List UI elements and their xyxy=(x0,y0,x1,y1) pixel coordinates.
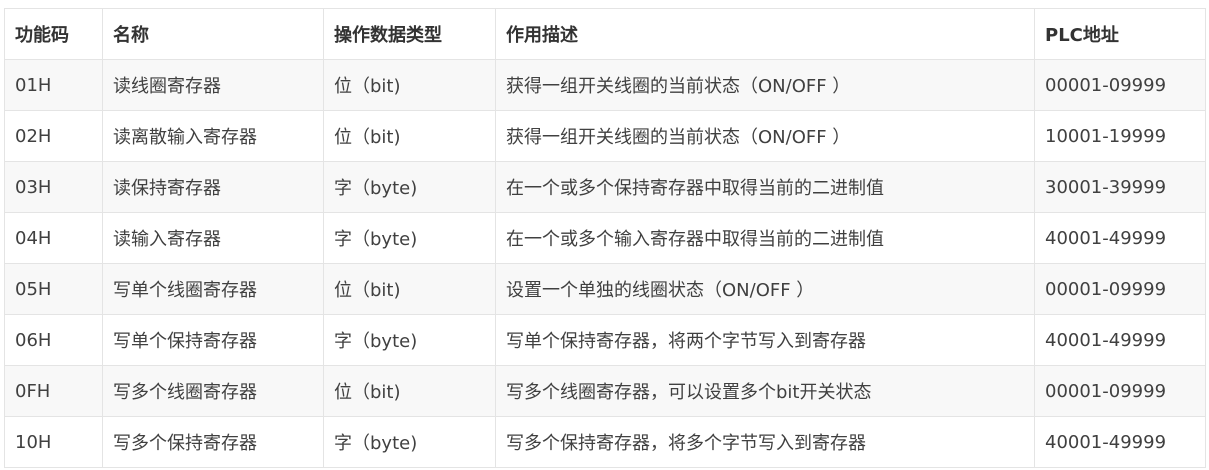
cell-function-code: 01H xyxy=(4,59,103,111)
cell-data-type: 位（bit) xyxy=(323,263,496,315)
cell-description: 写多个保持寄存器，将多个字节写入到寄存器 xyxy=(495,416,1035,468)
table-row: 05H 写单个线圈寄存器 位（bit) 设置一个单独的线圈状态（ON/OFF ）… xyxy=(4,263,1206,315)
table-row: 04H 读输入寄存器 字（byte) 在一个或多个输入寄存器中取得当前的二进制值… xyxy=(4,212,1206,264)
cell-description: 在一个或多个输入寄存器中取得当前的二进制值 xyxy=(495,212,1035,264)
cell-plc-address: 40001-49999 xyxy=(1034,416,1206,468)
cell-description: 在一个或多个保持寄存器中取得当前的二进制值 xyxy=(495,161,1035,213)
cell-name: 写多个线圈寄存器 xyxy=(102,365,324,417)
cell-name: 读保持寄存器 xyxy=(102,161,324,213)
cell-plc-address: 40001-49999 xyxy=(1034,212,1206,264)
table-header-row: 功能码 名称 操作数据类型 作用描述 PLC地址 xyxy=(4,8,1206,60)
cell-plc-address: 00001-09999 xyxy=(1034,263,1206,315)
cell-plc-address: 00001-09999 xyxy=(1034,365,1206,417)
table-row: 01H 读线圈寄存器 位（bit) 获得一组开关线圈的当前状态（ON/OFF ）… xyxy=(4,59,1206,111)
table-row: 02H 读离散输入寄存器 位（bit) 获得一组开关线圈的当前状态（ON/OFF… xyxy=(4,110,1206,162)
cell-data-type: 位（bit) xyxy=(323,110,496,162)
cell-description: 获得一组开关线圈的当前状态（ON/OFF ） xyxy=(495,110,1035,162)
cell-plc-address: 00001-09999 xyxy=(1034,59,1206,111)
cell-data-type: 字（byte) xyxy=(323,212,496,264)
table-row: 06H 写单个保持寄存器 字（byte) 写单个保持寄存器，将两个字节写入到寄存… xyxy=(4,314,1206,366)
cell-plc-address: 10001-19999 xyxy=(1034,110,1206,162)
header-name: 名称 xyxy=(102,8,324,60)
table-row: 03H 读保持寄存器 字（byte) 在一个或多个保持寄存器中取得当前的二进制值… xyxy=(4,161,1206,213)
cell-data-type: 位（bit) xyxy=(323,59,496,111)
cell-name: 写单个保持寄存器 xyxy=(102,314,324,366)
cell-description: 获得一组开关线圈的当前状态（ON/OFF ） xyxy=(495,59,1035,111)
cell-function-code: 05H xyxy=(4,263,103,315)
cell-function-code: 03H xyxy=(4,161,103,213)
cell-name: 写多个保持寄存器 xyxy=(102,416,324,468)
cell-description: 写单个保持寄存器，将两个字节写入到寄存器 xyxy=(495,314,1035,366)
cell-data-type: 字（byte) xyxy=(323,314,496,366)
cell-name: 读线圈寄存器 xyxy=(102,59,324,111)
table-row: 10H 写多个保持寄存器 字（byte) 写多个保持寄存器，将多个字节写入到寄存… xyxy=(4,416,1206,468)
modbus-function-code-table: 功能码 名称 操作数据类型 作用描述 PLC地址 01H 读线圈寄存器 位（bi… xyxy=(4,8,1206,468)
cell-plc-address: 30001-39999 xyxy=(1034,161,1206,213)
header-function-code: 功能码 xyxy=(4,8,103,60)
cell-function-code: 02H xyxy=(4,110,103,162)
cell-plc-address: 40001-49999 xyxy=(1034,314,1206,366)
cell-data-type: 字（byte) xyxy=(323,416,496,468)
cell-name: 读离散输入寄存器 xyxy=(102,110,324,162)
table-row: 0FH 写多个线圈寄存器 位（bit) 写多个线圈寄存器，可以设置多个bit开关… xyxy=(4,365,1206,417)
cell-description: 设置一个单独的线圈状态（ON/OFF ） xyxy=(495,263,1035,315)
header-plc-address: PLC地址 xyxy=(1034,8,1206,60)
cell-data-type: 位（bit) xyxy=(323,365,496,417)
cell-function-code: 10H xyxy=(4,416,103,468)
header-data-type: 操作数据类型 xyxy=(323,8,496,60)
cell-description: 写多个线圈寄存器，可以设置多个bit开关状态 xyxy=(495,365,1035,417)
cell-function-code: 04H xyxy=(4,212,103,264)
header-description: 作用描述 xyxy=(495,8,1035,60)
cell-data-type: 字（byte) xyxy=(323,161,496,213)
cell-name: 读输入寄存器 xyxy=(102,212,324,264)
cell-name: 写单个线圈寄存器 xyxy=(102,263,324,315)
cell-function-code: 06H xyxy=(4,314,103,366)
cell-function-code: 0FH xyxy=(4,365,103,417)
